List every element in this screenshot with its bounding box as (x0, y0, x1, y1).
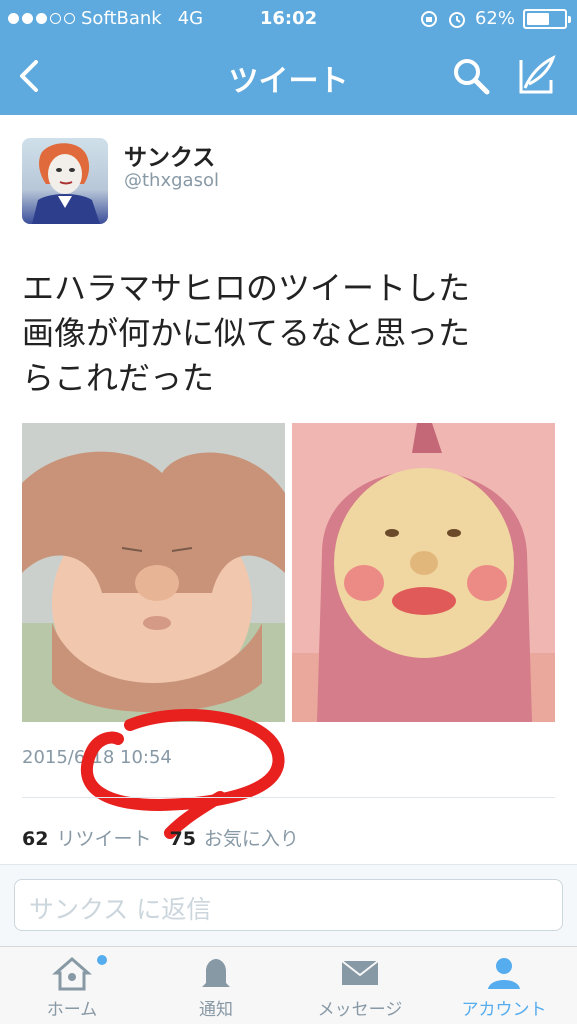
battery-icon (523, 8, 571, 29)
search-icon[interactable] (451, 56, 491, 96)
person-icon (488, 958, 520, 989)
tweet-photo-baby[interactable] (22, 423, 285, 722)
author-handle[interactable]: @thxgasol (124, 170, 219, 191)
tab-bar: ホーム 通知 メッセージ アカウント (0, 946, 577, 1024)
nav-bar: ツイート (0, 38, 577, 115)
retweet-count[interactable]: 62 (22, 828, 48, 850)
compose-icon[interactable] (515, 54, 557, 96)
status-bar: SoftBank 4G 16:02 62% (0, 0, 577, 38)
home-notification-dot (97, 955, 107, 965)
tab-home[interactable]: ホーム (0, 947, 144, 1024)
favorite-label[interactable]: お気に入り (204, 824, 299, 851)
author-name[interactable]: サンクス (124, 138, 215, 172)
tweet-text: エハラマサヒロのツイートした 画像が何かに似てるなと思った らこれだった (22, 266, 552, 401)
home-icon (52, 957, 92, 991)
tweet-photo-character[interactable] (292, 423, 555, 722)
tweet-text-line: エハラマサヒロのツイートした (22, 269, 471, 307)
tab-label: 通知 (199, 1000, 233, 1020)
favorite-count[interactable]: 75 (169, 828, 195, 850)
tab-notifications[interactable]: 通知 (144, 947, 288, 1024)
bell-icon (202, 959, 230, 987)
tab-label: アカウント (461, 1000, 547, 1020)
retweet-label[interactable]: リツイート (56, 824, 151, 851)
envelope-icon (341, 960, 379, 985)
reply-input[interactable]: サンクス に返信 (14, 879, 563, 931)
tweet-stats: 62 リツイート 75 お気に入り (22, 824, 299, 851)
tweet-text-line: 画像が何かに似てるなと思った (22, 314, 471, 352)
battery-percent: 62% (474, 8, 515, 29)
tab-account[interactable]: アカウント (432, 947, 576, 1024)
alarm-icon (448, 11, 465, 28)
tweet-text-line: らこれだった (22, 359, 215, 397)
tab-label: ホーム (46, 1000, 98, 1020)
top-bar: SoftBank 4G 16:02 62% ツイート (0, 0, 577, 115)
tab-messages[interactable]: メッセージ (288, 947, 432, 1024)
reply-bar: サンクス に返信 (0, 864, 577, 946)
tab-label: メッセージ (317, 1000, 403, 1020)
rotation-lock-icon (420, 10, 437, 27)
divider (22, 797, 555, 798)
avatar[interactable] (22, 138, 108, 224)
